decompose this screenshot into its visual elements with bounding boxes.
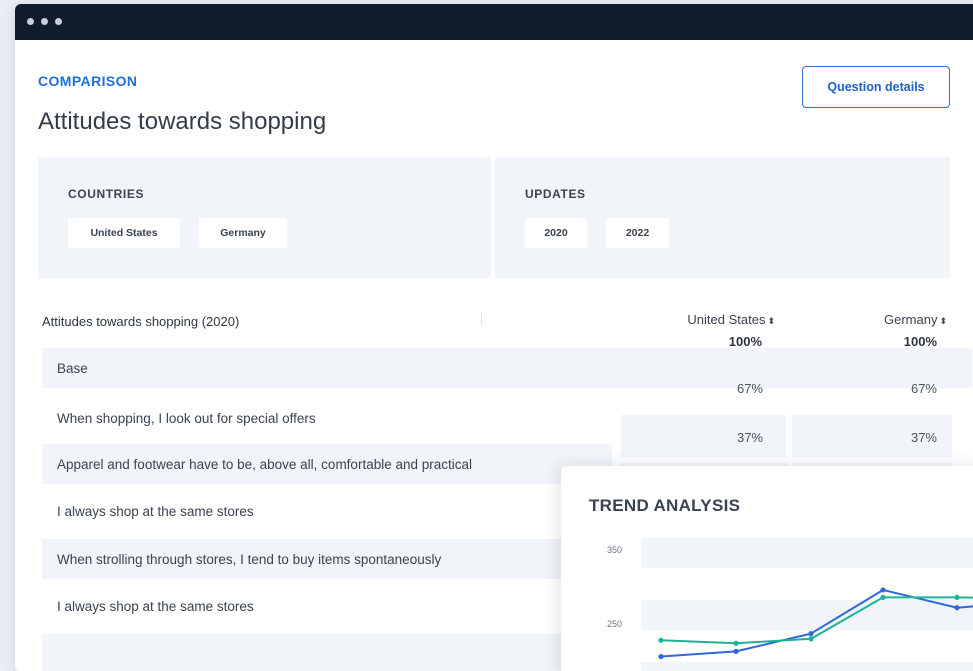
update-chip-2022[interactable]: 2022 [606,218,669,248]
value-cell-united-states: 37% [736,430,763,445]
value-cell-germany: 67% [910,381,937,396]
countries-filter-title: COUNTRIES [68,187,145,201]
table-row[interactable]: When shopping, I look out for special of… [42,398,612,438]
value-cell-united-states: 67% [736,381,763,396]
y-tick-label: 350 [607,545,622,555]
grid-band [641,538,973,568]
data-point [658,637,664,643]
data-point [880,587,886,593]
row-label: When strolling through stores, I tend to… [57,551,442,567]
column-base-united-states: 100% [728,334,762,349]
column-header-united-states[interactable]: United States ⬍ [687,312,775,327]
window-close-dot[interactable] [27,18,34,25]
table-row[interactable]: When strolling through stores, I tend to… [42,539,612,579]
table-row[interactable]: I always shop at the same stores [42,491,612,531]
table-row-partial[interactable] [42,634,612,671]
page-title: Attitudes towards shopping [38,108,327,135]
row-label: When shopping, I look out for special of… [57,410,316,426]
table-row[interactable]: Base [42,348,972,388]
value-cell-germany: 37% [910,430,937,445]
table-title: Attitudes towards shopping (2020) [42,314,240,329]
data-point [733,648,739,654]
grid-band [641,600,973,630]
column-separator [481,313,482,326]
window-minimize-dot[interactable] [41,18,48,25]
country-chip-germany[interactable]: Germany [199,218,287,248]
grid-band [641,662,973,671]
countries-filter-panel: COUNTRIES United States Germany [38,157,491,278]
table-row[interactable]: Apparel and footwear have to be, above a… [42,444,612,484]
country-chip-united-states[interactable]: United States [68,218,180,248]
window-titlebar [15,4,973,40]
row-label: I always shop at the same stores [57,598,254,614]
row-label: Apparel and footwear have to be, above a… [57,456,473,472]
sort-icon[interactable]: ⬍ [767,316,775,326]
table-row[interactable]: I always shop at the same stores [42,586,612,626]
question-details-button[interactable]: Question details [802,66,950,108]
data-point [954,605,960,611]
data-point [658,653,664,660]
row-label: I always shop at the same stores [57,503,254,519]
update-chip-2020[interactable]: 2020 [525,218,587,248]
data-point [808,636,814,642]
y-tick-label: 250 [607,619,622,629]
row-label: Base [57,360,88,376]
trend-chart: 350 250 [607,538,973,671]
window-maximize-dot[interactable] [55,18,62,25]
data-point [880,594,886,600]
sort-icon[interactable]: ⬍ [939,316,947,326]
section-label: COMPARISON [38,73,138,89]
data-point [733,640,739,646]
data-point [954,594,960,600]
column-header-label: United States [687,312,766,327]
column-base-germany: 100% [903,334,937,349]
column-header-label: Germany [883,312,938,327]
column-header-germany[interactable]: Germany ⬍ [884,312,947,327]
updates-filter-title: UPDATES [525,187,586,201]
trend-analysis-card: TREND ANALYSIS 350 250 [561,466,973,671]
data-point [808,631,814,637]
updates-filter-panel: UPDATES 2020 2022 [495,157,950,278]
